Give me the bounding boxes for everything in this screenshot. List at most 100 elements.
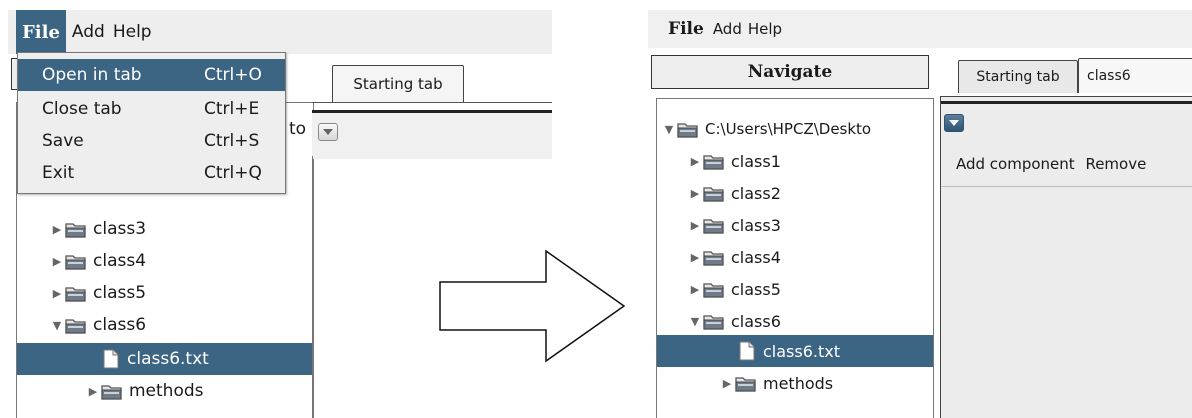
tree-item-label: class6.txt (763, 341, 840, 361)
collapse-arrow-icon[interactable]: ▼ (687, 315, 703, 328)
tree-item-methods[interactable]: ▶ methods (719, 367, 833, 399)
expand-arrow-icon[interactable]: ▶ (49, 255, 65, 268)
file-icon (103, 349, 119, 369)
expand-arrow-icon[interactable]: ▶ (687, 251, 703, 264)
file-dropdown-menu: Open in tab Ctrl+O Close tab Ctrl+E Save… (17, 52, 286, 194)
tree-item-class5[interactable]: ▶ class5 (49, 277, 146, 309)
menu-file[interactable]: File (16, 10, 66, 54)
expand-arrow-icon[interactable]: ▶ (49, 287, 65, 300)
menu-item-label: Open in tab (42, 65, 142, 85)
tab-content-border (312, 102, 552, 103)
menu-item-close-tab[interactable]: Close tab Ctrl+E (18, 93, 285, 125)
folder-open-icon (65, 317, 87, 334)
clipped-path-text: to (289, 119, 307, 139)
menu-help[interactable]: Help (745, 10, 785, 48)
tab-starting[interactable]: Starting tab (332, 65, 464, 102)
tree-item-class3[interactable]: ▶ class3 (687, 209, 781, 241)
menubar: File Add Help (648, 10, 1192, 48)
folder-icon (735, 375, 757, 392)
expand-arrow-icon[interactable]: ▶ (85, 385, 101, 398)
tree-item-label: class6.txt (127, 349, 209, 369)
tree-item-class6[interactable]: ▼ class6 (49, 309, 146, 341)
tree-item-label: methods (763, 373, 834, 393)
tree-item-class5[interactable]: ▶ class5 (687, 273, 781, 305)
menubar: File Add Help (8, 10, 552, 54)
menu-item-label: Close tab (42, 99, 122, 119)
tree-item-label: class2 (731, 183, 781, 203)
folder-icon (65, 253, 87, 270)
add-component-button[interactable]: Add component (956, 155, 1075, 173)
menu-item-shortcut: Ctrl+E (204, 99, 260, 119)
collapse-arrow-icon[interactable]: ▼ (661, 123, 677, 136)
menu-item-save[interactable]: Save Ctrl+S (18, 125, 285, 157)
tree-item-methods[interactable]: ▶ methods (85, 375, 204, 407)
folder-icon (65, 285, 87, 302)
folder-icon (65, 221, 87, 238)
dropdown-button[interactable] (318, 123, 338, 141)
toolbar-separator (941, 186, 1192, 187)
tab-label: class6 (1087, 68, 1131, 84)
folder-icon (101, 383, 123, 400)
folder-icon (703, 153, 725, 170)
right-screenshot: File Add Help Navigate ▼ C:\Users\HPCZ\D… (648, 10, 1192, 418)
menu-add[interactable]: Add (710, 10, 745, 48)
content-divider (312, 156, 313, 418)
expand-arrow-icon[interactable]: ▶ (719, 377, 735, 390)
component-toolbar: Add component Remove (956, 155, 1192, 179)
navigate-header: Navigate (651, 55, 929, 89)
tab-label: Starting tab (353, 75, 443, 93)
expand-arrow-icon[interactable]: ▶ (687, 283, 703, 296)
tree-item-label: class4 (93, 251, 147, 271)
tree-item-label: class4 (731, 247, 781, 267)
tree-item-label: class1 (731, 151, 781, 171)
tree-item-class6-txt[interactable]: class6.txt (657, 335, 933, 367)
toolbar-strip (941, 101, 1192, 104)
right-arrow-icon (439, 249, 626, 363)
tree-item-class2[interactable]: ▶ class2 (687, 177, 781, 209)
expand-arrow-icon[interactable]: ▶ (687, 219, 703, 232)
menu-item-open-in-tab[interactable]: Open in tab Ctrl+O (18, 59, 285, 91)
tab-label: Starting tab (976, 69, 1060, 85)
tree-item-class1[interactable]: ▶ class1 (687, 145, 781, 177)
tree-item-label: C:\Users\HPCZ\Deskto (705, 120, 872, 138)
expand-arrow-icon[interactable]: ▶ (49, 223, 65, 236)
expand-arrow-icon[interactable]: ▶ (687, 155, 703, 168)
navigate-title: Navigate (747, 62, 833, 82)
folder-open-icon (703, 313, 725, 330)
menu-add[interactable]: Add (66, 10, 111, 54)
menu-item-shortcut: Ctrl+O (204, 65, 262, 85)
menu-item-shortcut: Ctrl+S (204, 131, 260, 151)
tree-item-class3[interactable]: ▶ class3 (49, 213, 146, 245)
expand-arrow-icon[interactable]: ▶ (687, 187, 703, 200)
folder-icon (703, 185, 725, 202)
tree-item-root[interactable]: ▼ C:\Users\HPCZ\Deskto (661, 113, 871, 145)
menu-item-label: Exit (42, 163, 75, 183)
menu-help[interactable]: Help (111, 10, 158, 54)
collapse-arrow-icon[interactable]: ▼ (49, 319, 65, 332)
folder-icon (703, 281, 725, 298)
tree-item-class6-txt[interactable]: class6.txt (17, 343, 313, 375)
file-icon (739, 341, 755, 361)
remove-button[interactable]: Remove (1085, 155, 1146, 173)
tab-starting[interactable]: Starting tab (958, 60, 1078, 93)
project-tree[interactable]: ▼ C:\Users\HPCZ\Deskto ▶ class1 ▶ class2… (656, 98, 934, 418)
tree-item-label: class6 (731, 311, 781, 331)
tree-item-label: class5 (731, 279, 781, 299)
tree-item-label: methods (129, 381, 204, 401)
menu-file[interactable]: File (662, 10, 710, 48)
tree-item-class6[interactable]: ▼ class6 (687, 305, 781, 337)
toolbar-strip (312, 110, 552, 159)
tree-item-label: class5 (93, 283, 147, 303)
folder-icon (703, 217, 725, 234)
tree-item-class4[interactable]: ▶ class4 (687, 241, 781, 273)
tree-item-label: class3 (731, 215, 781, 235)
menu-item-exit[interactable]: Exit Ctrl+Q (18, 157, 285, 189)
tree-item-label: class3 (93, 219, 147, 239)
dropdown-button[interactable] (944, 114, 964, 132)
folder-icon (703, 249, 725, 266)
menu-item-shortcut: Ctrl+Q (204, 163, 262, 183)
tab-class6[interactable]: class6 (1078, 58, 1192, 93)
menu-item-label: Save (42, 131, 84, 151)
folder-open-icon (677, 121, 699, 138)
tree-item-class4[interactable]: ▶ class4 (49, 245, 146, 277)
